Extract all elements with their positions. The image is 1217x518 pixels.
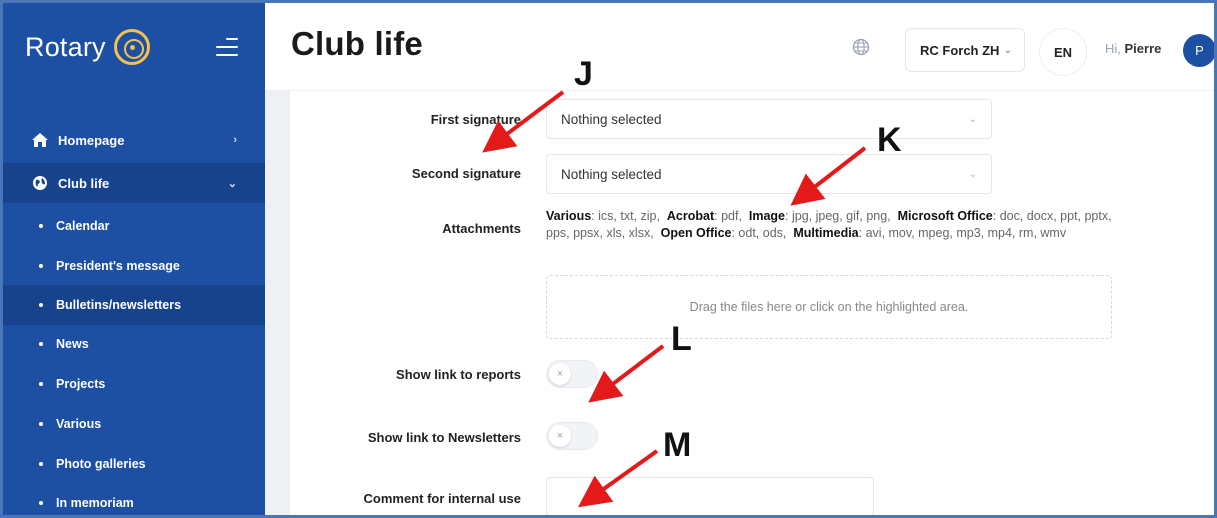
file-group-name: Multimedia [793,226,859,240]
nav-item-label: Club life [58,175,110,191]
chevron-down-icon: ⌄ [227,177,237,190]
second-signature-select[interactable]: Nothing selected ⌄ [546,154,992,194]
close-icon: × [549,425,571,447]
annotation-label-k: K [877,121,902,159]
sidebar-item-label: Projects [56,377,106,391]
language-button[interactable]: EN [1039,28,1087,76]
first-signature-label: First signature [430,112,521,127]
bullet [39,422,43,426]
bullet [39,303,43,307]
file-group-types: : jpg, jpeg, gif, png, [785,209,891,223]
file-group-types: : pdf, [714,209,742,223]
nav-item-club-life[interactable]: Club life ⌄ [3,163,265,203]
show-link-reports-toggle[interactable]: × [546,360,598,388]
comment-label: Comment for internal use [363,491,521,506]
user-name: Pierre [1124,41,1162,56]
file-group-types: : ics, txt, zip, [591,209,660,223]
attachments-label: Attachments [442,221,521,236]
allowed-file-types: Various: ics, txt, zip, Acrobat: pdf, Im… [546,208,1116,242]
annotation-label-m: M [663,426,692,464]
globe-icon[interactable] [852,38,870,56]
show-link-newsletters-toggle[interactable]: × [546,422,598,450]
file-group-types: : avi, mov, mpeg, mp3, mp4, rm, wmv [858,226,1067,240]
nav-item-label: Homepage [58,132,125,148]
show-link-reports-label: Show link to reports [396,367,521,382]
chevron-down-icon: ⌄ [968,113,977,125]
sidebar-item-photo-galleries[interactable]: Photo galleries [3,444,265,484]
bullet [39,342,43,346]
avatar[interactable]: P [1183,34,1214,67]
annotation-label-j: J [574,55,593,93]
sidebar-item-label: News [56,337,89,351]
sidebar-item-presidents-message[interactable]: President's message [3,246,265,286]
first-signature-select[interactable]: Nothing selected ⌄ [546,99,992,139]
sidebar-item-calendar[interactable]: Calendar [3,206,265,246]
file-group-name: Image [748,209,786,223]
club-select[interactable]: RC Forch ZH ⌄ [905,28,1025,72]
sidebar-item-projects[interactable]: Projects [3,364,265,404]
sidebar-item-bulletins-newsletters[interactable]: Bulletins/newsletters [3,285,265,325]
bullet [39,501,43,505]
sidebar-item-label: President's message [56,259,180,273]
rotary-wheel-icon [113,29,150,65]
page-title: Club life [291,25,423,62]
chevron-down-icon: ⌄ [968,168,977,180]
close-icon: × [549,363,571,385]
file-group-name: Open Office [660,226,732,240]
file-dropzone[interactable]: Drag the files here or click on the high… [546,275,1112,339]
file-group-types: : odt, ods, [731,226,787,240]
club-select-value: RC Forch ZH [920,42,1000,58]
sidebar-item-label: Bulletins/newsletters [56,298,182,312]
sidebar-item-in-memoriam[interactable]: In memoriam [3,483,265,515]
globe-icon [31,175,49,191]
nav-item-homepage[interactable]: Homepage › [3,120,265,160]
bullet [39,382,43,386]
user-greeting: Hi, Pierre [1105,41,1161,56]
chevron-down-icon: ⌄ [1003,44,1012,56]
show-link-newsletters-label: Show link to Newsletters [367,430,521,445]
second-signature-value: Nothing selected [561,166,662,182]
sidebar-item-news[interactable]: News [3,324,265,364]
chevron-right-icon: › [233,134,237,146]
logo-text: Rotary [25,31,106,62]
top-header: Club life RC Forch ZH ⌄ EN Hi, Pierre P [265,3,1214,91]
comment-input[interactable] [546,477,874,515]
file-group-name: Microsoft Office [897,209,993,223]
bullet [39,264,43,268]
sidebar-item-various[interactable]: Various [3,404,265,444]
sidebar-item-label: In memoriam [56,496,134,510]
sidebar-item-label: Various [56,417,102,431]
bullet [39,462,43,466]
bullet [39,224,43,228]
file-group-name: Acrobat [666,209,715,223]
sidebar-item-label: Calendar [56,219,110,233]
sidebar: Rotary Homepage › Club life ⌄ Calendar P… [3,3,265,515]
app-window: Rotary Homepage › Club life ⌄ Calendar P… [0,0,1217,518]
first-signature-value: Nothing selected [561,111,662,127]
second-signature-label: Second signature [411,166,521,181]
home-icon [31,132,49,148]
sidebar-item-label: Photo galleries [56,457,146,471]
greeting-prefix: Hi, [1105,41,1121,56]
annotation-label-l: L [671,320,692,358]
file-group-name: Various [546,209,592,223]
hamburger-icon[interactable] [216,38,238,56]
